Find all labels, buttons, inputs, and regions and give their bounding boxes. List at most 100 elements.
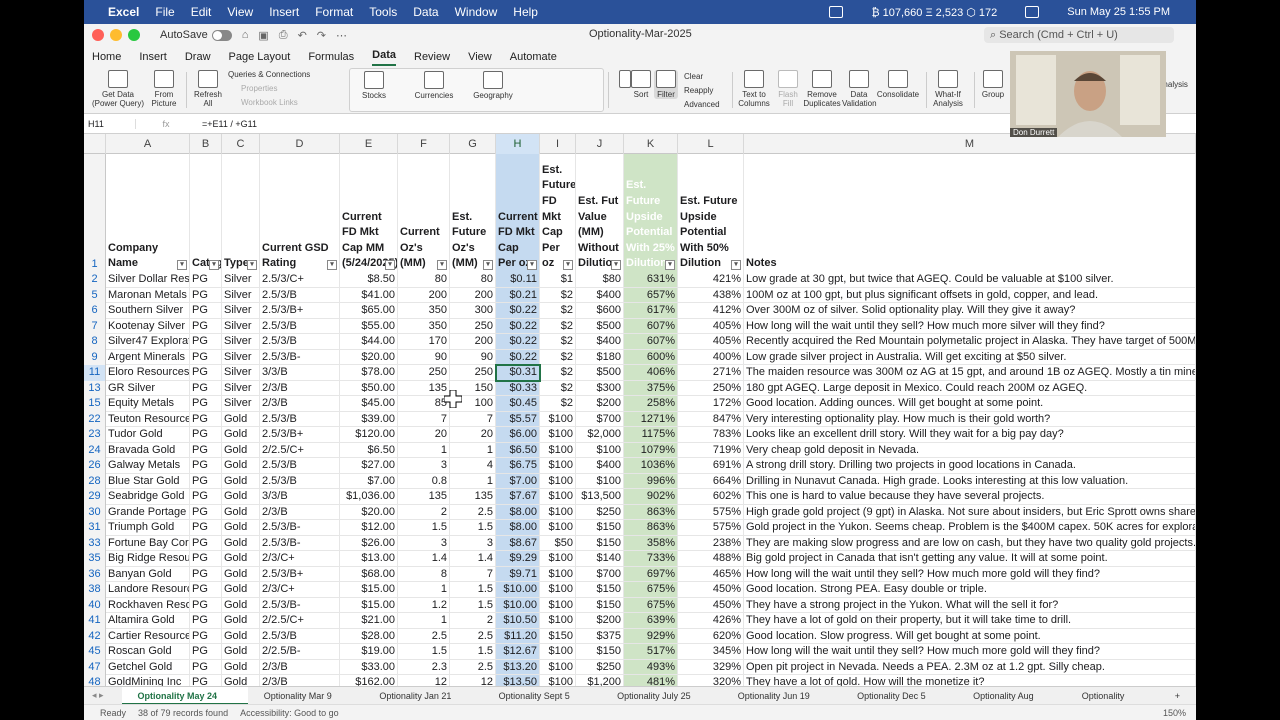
table-cell[interactable]: 1 xyxy=(450,442,496,458)
table-cell[interactable]: Looks like an excellent drill story. Wil… xyxy=(744,427,1196,443)
from-picture-button[interactable]: From Picture xyxy=(148,70,180,108)
table-cell[interactable]: PG xyxy=(190,582,222,598)
table-cell[interactable]: $200 xyxy=(576,396,624,412)
table-cell[interactable]: 1271% xyxy=(624,411,678,427)
table-cell[interactable]: $13.00 xyxy=(340,551,398,567)
header-cell-j[interactable]: Est. Fut Value (MM) Without Dilution ▾ xyxy=(576,154,624,272)
table-cell[interactable]: 200 xyxy=(398,287,450,303)
print-icon[interactable]: ⎙ xyxy=(279,29,288,42)
table-cell[interactable]: 90 xyxy=(450,349,496,365)
table-cell[interactable]: 1.5 xyxy=(450,644,496,660)
table-cell[interactable]: 300 xyxy=(450,303,496,319)
row-header[interactable]: 35 xyxy=(84,551,106,567)
table-cell[interactable]: $13.20 xyxy=(496,659,540,675)
table-cell[interactable]: $5.57 xyxy=(496,411,540,427)
table-cell[interactable]: $400 xyxy=(576,334,624,350)
table-cell[interactable]: 2.5/3/B xyxy=(260,473,340,489)
table-cell[interactable]: $100 xyxy=(540,458,576,474)
table-cell[interactable]: $400 xyxy=(576,458,624,474)
column-header-k[interactable]: K xyxy=(624,134,678,154)
column-header-h[interactable]: H xyxy=(496,134,540,154)
table-cell[interactable]: $8.00 xyxy=(496,520,540,536)
table-cell[interactable]: $2,000 xyxy=(576,427,624,443)
table-cell[interactable]: 602% xyxy=(678,489,744,505)
table-cell[interactable]: 271% xyxy=(678,365,744,381)
filter-dropdown-icon[interactable]: ▾ xyxy=(437,260,447,270)
column-header-m[interactable]: M xyxy=(744,134,1196,154)
geography-button[interactable]: Geography xyxy=(468,71,518,100)
table-cell[interactable]: Gold xyxy=(222,458,260,474)
table-cell[interactable]: 2/3/B xyxy=(260,380,340,396)
table-cell[interactable]: $26.00 xyxy=(340,535,398,551)
table-cell[interactable]: $150 xyxy=(576,644,624,660)
table-cell[interactable]: 3 xyxy=(398,535,450,551)
data-validation-button[interactable]: Data Validation xyxy=(842,70,877,108)
flash-fill-button[interactable]: Flash Fill xyxy=(774,70,802,108)
row-header[interactable]: 42 xyxy=(84,628,106,644)
group-button[interactable]: Group xyxy=(978,70,1008,99)
header-cell-k[interactable]: Est. Future Upside Potential With 25% Di… xyxy=(624,154,678,272)
zoom-window-button[interactable] xyxy=(128,29,140,41)
table-cell[interactable]: $2 xyxy=(540,318,576,334)
table-cell[interactable]: GR Silver xyxy=(106,380,190,396)
table-cell[interactable]: Gold xyxy=(222,504,260,520)
row-header[interactable]: 26 xyxy=(84,458,106,474)
row-header[interactable]: 30 xyxy=(84,504,106,520)
table-cell[interactable]: 863% xyxy=(624,520,678,536)
table-cell[interactable]: $2 xyxy=(540,396,576,412)
remove-duplicates-button[interactable]: Remove Duplicates xyxy=(802,70,842,108)
table-cell[interactable]: $100 xyxy=(540,442,576,458)
menubar-datetime[interactable]: Sun May 25 1:55 PM xyxy=(1067,6,1170,18)
table-cell[interactable]: Teuton Resources xyxy=(106,411,190,427)
search-field[interactable]: ⌕ Search (Cmd + Ctrl + U) xyxy=(984,27,1174,43)
row-header[interactable]: 33 xyxy=(84,535,106,551)
column-header-l[interactable]: L xyxy=(678,134,744,154)
table-cell[interactable]: 733% xyxy=(624,551,678,567)
table-cell[interactable]: 4 xyxy=(450,458,496,474)
table-cell[interactable]: 600% xyxy=(624,349,678,365)
table-cell[interactable]: 664% xyxy=(678,473,744,489)
sheet-tab[interactable]: Optionality Aug 2023 xyxy=(957,687,1066,719)
autosave-control[interactable]: AutoSave xyxy=(160,29,232,41)
row-header[interactable]: 2 xyxy=(84,272,106,288)
table-cell[interactable]: Gold xyxy=(222,582,260,598)
more-icon[interactable]: ⋯ xyxy=(336,29,347,42)
row-header[interactable]: 24 xyxy=(84,442,106,458)
table-cell[interactable]: Fortune Bay Corp xyxy=(106,535,190,551)
table-cell[interactable]: 258% xyxy=(624,396,678,412)
table-cell[interactable]: 575% xyxy=(678,520,744,536)
table-cell[interactable]: PG xyxy=(190,303,222,319)
table-cell[interactable]: PG xyxy=(190,427,222,443)
table-cell[interactable]: $600 xyxy=(576,303,624,319)
table-cell[interactable]: 0.8 xyxy=(398,473,450,489)
formula-input[interactable]: =+E11 / +G11 xyxy=(196,119,257,129)
table-cell[interactable]: $100 xyxy=(540,473,576,489)
menu-edit[interactable]: Edit xyxy=(191,5,212,19)
header-cell-e[interactable]: Current FD Mkt Cap MM (5/24/2025) ▾ xyxy=(340,154,398,272)
table-cell[interactable]: $400 xyxy=(576,287,624,303)
table-cell[interactable]: $11.20 xyxy=(496,628,540,644)
table-cell[interactable]: 405% xyxy=(678,318,744,334)
table-cell[interactable]: 1.5 xyxy=(398,520,450,536)
table-cell[interactable]: GoldMining Inc xyxy=(106,675,190,686)
table-cell[interactable]: PG xyxy=(190,628,222,644)
table-cell[interactable]: $28.00 xyxy=(340,628,398,644)
clear-button[interactable]: Clear xyxy=(684,72,703,81)
table-cell[interactable]: $13,500 xyxy=(576,489,624,505)
table-cell[interactable]: 80 xyxy=(398,272,450,288)
table-cell[interactable]: Gold xyxy=(222,551,260,567)
table-cell[interactable]: 1.5 xyxy=(450,582,496,598)
table-cell[interactable]: $300 xyxy=(576,380,624,396)
table-cell[interactable]: 3 xyxy=(398,458,450,474)
table-cell[interactable]: PG xyxy=(190,644,222,660)
table-cell[interactable]: Silver xyxy=(222,318,260,334)
table-cell[interactable]: $2 xyxy=(540,349,576,365)
table-cell[interactable]: 493% xyxy=(624,659,678,675)
header-cell-h[interactable]: Current FD Mkt Cap Per oz. ▾ xyxy=(496,154,540,272)
row-header[interactable]: 45 xyxy=(84,644,106,660)
sheet-tab[interactable]: Optionality May 24 2025 xyxy=(121,686,248,719)
table-cell[interactable]: They have a lot of gold. How will the mo… xyxy=(744,675,1196,686)
queries-connections-button[interactable]: Queries & Connections xyxy=(228,70,310,79)
column-header-c[interactable]: C xyxy=(222,134,260,154)
table-cell[interactable]: 406% xyxy=(624,365,678,381)
